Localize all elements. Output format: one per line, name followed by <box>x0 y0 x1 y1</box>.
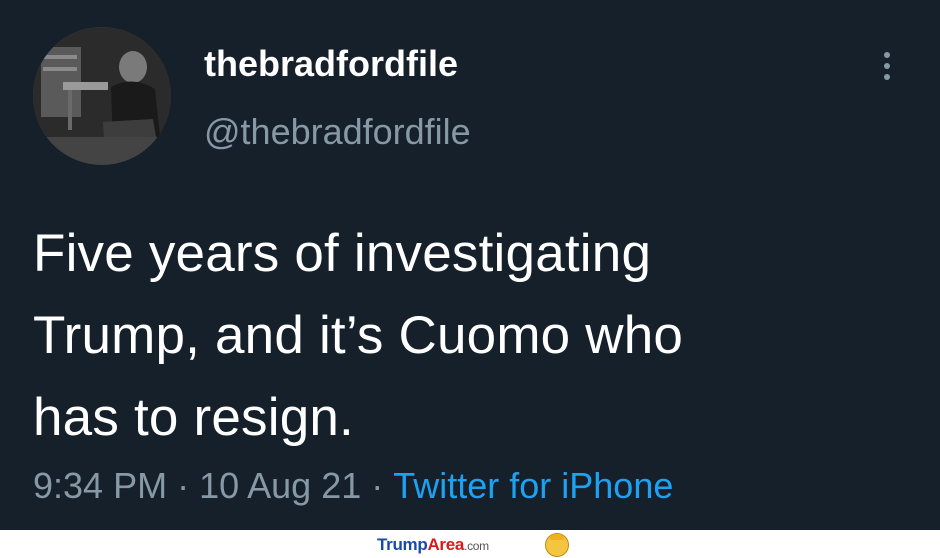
dot-icon <box>884 74 890 80</box>
tweet-text-line: has to resign. <box>33 388 354 447</box>
separator: · <box>177 465 190 506</box>
tweet-text: Five years of investigating Trump, and i… <box>33 213 913 459</box>
dot-icon <box>884 52 890 58</box>
user-handle[interactable]: @thebradfordfile <box>204 110 471 154</box>
tweet-meta: 9:34 PM · 10 Aug 21 · Twitter for iPhone <box>33 462 673 510</box>
watermark: TrumpArea.com <box>377 535 489 556</box>
profile-photo <box>33 27 171 165</box>
trump-face-icon <box>545 533 569 557</box>
tweet-text-line: Five years of investigating <box>33 224 652 283</box>
watermark-bar: TrumpArea.com <box>0 530 940 558</box>
tweet-time[interactable]: 9:34 PM <box>33 465 167 506</box>
dot-icon <box>884 63 890 69</box>
separator: · <box>371 465 384 506</box>
watermark-part3: .com <box>464 539 489 553</box>
tweet-card: thebradfordfile @thebradfordfile Five ye… <box>0 0 940 530</box>
avatar[interactable] <box>33 27 171 165</box>
tweet-date[interactable]: 10 Aug 21 <box>199 465 361 506</box>
display-name[interactable]: thebradfordfile <box>204 42 458 86</box>
watermark-part1: Trump <box>377 535 428 554</box>
more-vertical-icon[interactable] <box>872 46 902 86</box>
tweet-text-line: Trump, and it’s Cuomo who <box>33 306 684 365</box>
tweet-source-link[interactable]: Twitter for iPhone <box>393 465 673 506</box>
watermark-part2: Area <box>427 535 465 554</box>
